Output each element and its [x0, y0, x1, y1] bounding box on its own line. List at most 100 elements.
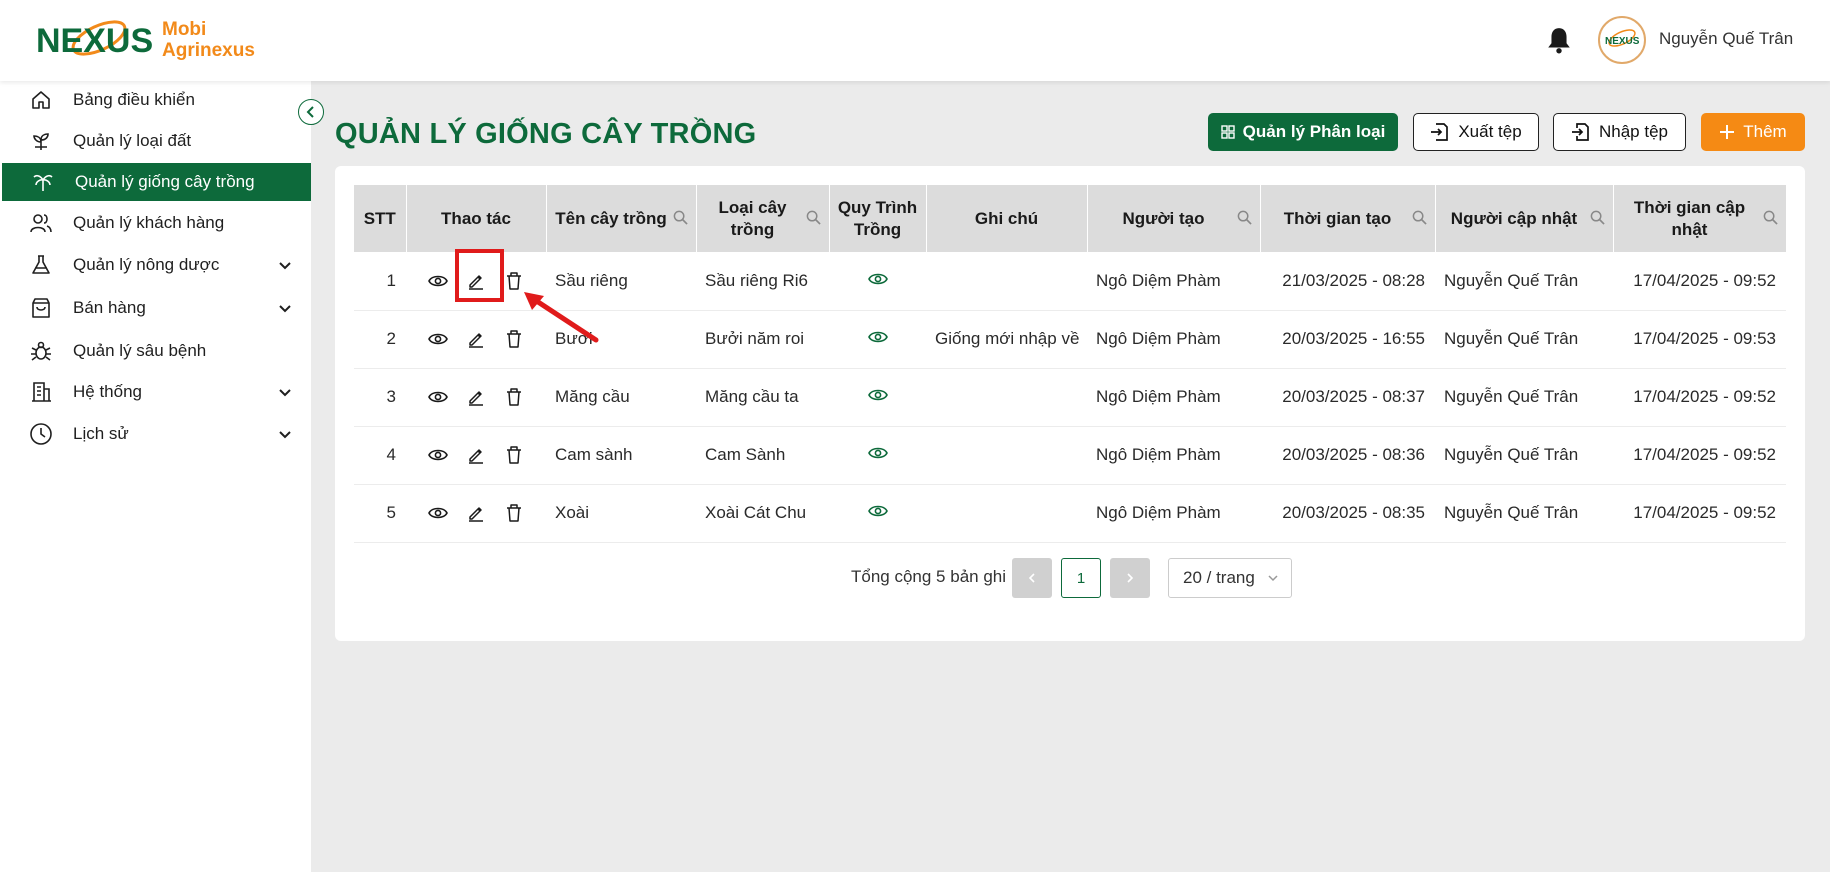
cell-created-time: 20/03/2025 - 08:35 [1260, 484, 1435, 543]
view-icon[interactable] [428, 329, 448, 349]
chevron-left-icon [306, 106, 314, 118]
arrow-annotation-icon [524, 292, 599, 343]
cell-crop-name: Măng cầu [546, 368, 696, 427]
cell-crop-type: Xoài Cát Chu [696, 484, 829, 543]
cell-updater: Nguyễn Quế Trân [1435, 426, 1613, 485]
cell-created-time: 21/03/2025 - 08:28 [1260, 252, 1435, 311]
sidebar-item-label: Bán hàng [73, 298, 146, 317]
palm-tree-icon [30, 169, 56, 195]
view-process-icon[interactable] [867, 388, 888, 402]
sidebar-item-history[interactable]: Lịch sử [0, 415, 311, 453]
sidebar: Bảng điều khiển Quản lý loại đất Quản lý… [0, 81, 311, 872]
avatar-text: NEXUS [1605, 36, 1640, 47]
cell-creator: Ngô Diệm Phàm [1087, 484, 1260, 543]
cell-actions [406, 484, 546, 543]
column-header-created-time: Thời gian tạo [1260, 185, 1436, 252]
page-title: QUẢN LÝ GIỐNG CÂY TRỒNG [335, 118, 757, 150]
cell-process [829, 484, 926, 543]
view-process-icon[interactable] [867, 272, 888, 286]
view-icon[interactable] [428, 271, 448, 291]
cell-updater: Nguyễn Quế Trân [1435, 252, 1613, 311]
cell-crop-type: Cam Sành [696, 426, 829, 485]
sidebar-item-label: Bảng điều khiển [73, 90, 195, 109]
column-header-creator: Người tạo [1087, 185, 1261, 252]
sidebar-item-crop-varieties[interactable]: Quản lý giống cây trồng [2, 163, 311, 201]
column-header-note: Ghi chú [926, 185, 1088, 252]
column-header-updater: Người cập nhật [1435, 185, 1614, 252]
view-icon[interactable] [428, 503, 448, 523]
cell-crop-name: Xoài [546, 484, 696, 543]
chevron-down-icon [279, 431, 291, 439]
column-header-crop-type: Loại cây trồng [696, 185, 830, 252]
delete-icon[interactable] [504, 445, 524, 465]
cell-updated-time: 17/04/2025 - 09:53 [1613, 310, 1786, 369]
sidebar-item-label: Quản lý giống cây trồng [75, 172, 255, 191]
pagination: Tổng cộng 5 bản ghi 1 20 / trang [335, 558, 1805, 598]
search-icon[interactable] [806, 210, 821, 225]
export-icon [1431, 123, 1449, 141]
edit-icon[interactable] [466, 329, 486, 349]
cell-process [829, 252, 926, 311]
import-button[interactable]: Nhập tệp [1553, 113, 1686, 151]
main-content: QUẢN LÝ GIỐNG CÂY TRỒNG Quản lý Phân loạ… [311, 81, 1830, 872]
nexus-logo-icon: NEXUS [36, 20, 153, 60]
cell-note [926, 252, 1087, 311]
search-icon[interactable] [1590, 210, 1605, 225]
export-label: Xuất tệp [1458, 122, 1522, 141]
cell-crop-type: Măng cầu ta [696, 368, 829, 427]
sidebar-item-customers[interactable]: Quản lý khách hàng [0, 204, 311, 242]
sidebar-item-pests[interactable]: Quản lý sâu bệnh [0, 332, 311, 370]
sidebar-item-soil-types[interactable]: Quản lý loại đất [0, 122, 311, 160]
manage-categories-button[interactable]: Quản lý Phân loại [1208, 113, 1398, 151]
sidebar-item-sales[interactable]: Bán hàng [0, 289, 311, 327]
chevron-right-icon [1127, 573, 1134, 583]
export-button[interactable]: Xuất tệp [1413, 113, 1539, 151]
bell-icon[interactable] [1546, 26, 1572, 54]
cell-updated-time: 17/04/2025 - 09:52 [1613, 252, 1786, 311]
page-size-select[interactable]: 20 / trang [1168, 558, 1292, 598]
sidebar-item-system[interactable]: Hệ thống [0, 373, 311, 411]
page-button-current[interactable]: 1 [1061, 558, 1101, 598]
page-size-value: 20 / trang [1183, 568, 1255, 587]
delete-icon[interactable] [504, 387, 524, 407]
cell-creator: Ngô Diệm Phàm [1087, 310, 1260, 369]
cell-updater: Nguyễn Quế Trân [1435, 368, 1613, 427]
table-card: STT Thao tác Tên cây trồng Loại cây trồn… [335, 166, 1805, 641]
cell-created-time: 20/03/2025 - 08:36 [1260, 426, 1435, 485]
logo-wordmark: NEXUS [36, 22, 153, 60]
view-process-icon[interactable] [867, 504, 888, 518]
cell-created-time: 20/03/2025 - 08:37 [1260, 368, 1435, 427]
search-icon[interactable] [1237, 210, 1252, 225]
prev-page-button[interactable] [1012, 558, 1052, 598]
sidebar-item-label: Lịch sử [73, 424, 129, 443]
cell-stt: 1 [354, 252, 406, 311]
brand-line1: Mobi [162, 19, 207, 40]
cell-note: Giống mới nhập về [926, 310, 1087, 369]
sidebar-collapse-button[interactable] [298, 99, 324, 125]
cell-process [829, 368, 926, 427]
search-icon[interactable] [673, 210, 688, 225]
view-icon[interactable] [428, 387, 448, 407]
brand-name: Mobi Agrinexus [162, 19, 255, 61]
user-name[interactable]: Nguyễn Quế Trân [1659, 29, 1793, 49]
edit-icon[interactable] [466, 387, 486, 407]
add-button[interactable]: Thêm [1701, 113, 1805, 151]
sidebar-item-dashboard[interactable]: Bảng điều khiển [0, 81, 311, 119]
avatar[interactable]: NEXUS [1598, 16, 1646, 64]
view-process-icon[interactable] [867, 446, 888, 460]
edit-icon[interactable] [466, 445, 486, 465]
cell-updated-time: 17/04/2025 - 09:52 [1613, 484, 1786, 543]
column-header-updated-time: Thời gian cập nhật [1613, 185, 1787, 252]
sidebar-item-pesticides[interactable]: Quản lý nông dược [0, 246, 311, 284]
edit-icon[interactable] [466, 503, 486, 523]
brand-logo[interactable]: NEXUS Mobi Agrinexus [36, 14, 255, 66]
cell-crop-type: Sầu riêng Ri6 [696, 252, 829, 311]
search-icon[interactable] [1412, 210, 1427, 225]
view-icon[interactable] [428, 445, 448, 465]
next-page-button[interactable] [1110, 558, 1150, 598]
view-process-icon[interactable] [867, 330, 888, 344]
cell-note [926, 484, 1087, 543]
search-icon[interactable] [1763, 210, 1778, 225]
delete-icon[interactable] [504, 503, 524, 523]
delete-icon[interactable] [504, 271, 524, 291]
